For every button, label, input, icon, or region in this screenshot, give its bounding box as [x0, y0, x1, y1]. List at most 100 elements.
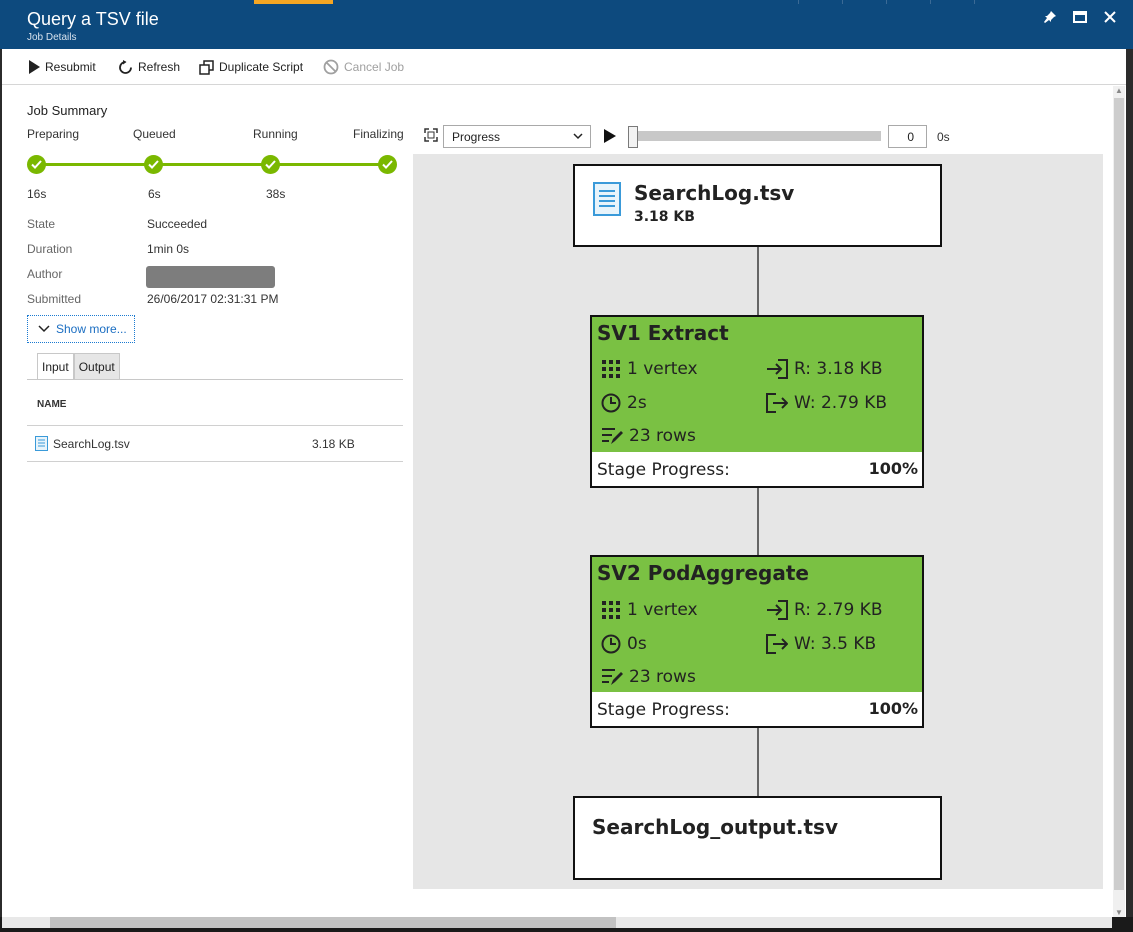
graph-view-select[interactable]: Progress: [443, 125, 591, 148]
stage-progress-line: [37, 163, 387, 166]
redacted-author: [146, 266, 275, 288]
output-file-node[interactable]: SearchLog_output.tsv: [573, 796, 942, 880]
check-icon: [144, 155, 163, 174]
detail-key-duration: Duration: [27, 242, 73, 256]
stage-write-label: W: 3.5 KB: [794, 634, 877, 654]
show-more-button[interactable]: Show more...: [27, 315, 135, 343]
stage-read: R: 3.18 KB: [766, 359, 883, 379]
stage-label-running: Running: [253, 127, 298, 141]
tab-input[interactable]: Input: [37, 353, 74, 380]
refresh-label: Refresh: [138, 60, 181, 74]
play-icon: [604, 129, 616, 143]
maximize-icon[interactable]: [1070, 10, 1090, 30]
playback-slider-thumb[interactable]: [628, 126, 638, 148]
read-icon: [767, 600, 788, 620]
stage-time-preparing: 16s: [27, 187, 47, 201]
input-file-node[interactable]: SearchLog.tsv 3.18 KB: [573, 164, 942, 247]
horizontal-scrollbar[interactable]: [0, 917, 1133, 932]
close-icon[interactable]: [1100, 10, 1120, 30]
chevron-down-icon: [573, 133, 583, 140]
stage-duration: 2s: [601, 393, 647, 413]
write-icon: [766, 634, 788, 654]
window-subtitle: Job Details: [27, 32, 77, 43]
job-summary-heading: Job Summary: [27, 103, 108, 118]
stage-read-label: R: 2.79 KB: [794, 600, 883, 620]
vertical-scroll-thumb[interactable]: [1114, 98, 1124, 890]
resubmit-button[interactable]: Resubmit: [28, 58, 96, 76]
stage-node-sv1[interactable]: SV1 Extract 1 vertex 2s 23 rows R: 3.18 …: [590, 315, 924, 488]
fit-to-view-icon[interactable]: [424, 128, 438, 147]
stage-label-queued: Queued: [133, 127, 176, 141]
stage-write: W: 3.5 KB: [766, 634, 876, 654]
detail-value-state: Succeeded: [147, 217, 208, 231]
file-tabs: Input Output: [37, 353, 120, 380]
play-icon: [29, 60, 40, 74]
stage-node-sv2[interactable]: SV2 PodAggregate 1 vertex 0s 23 rows R: …: [590, 555, 924, 728]
active-tab-indicator: [254, 0, 333, 4]
stage-time-queued: 6s: [148, 187, 161, 201]
toolbar: Resubmit Refresh Duplicate Script Cancel…: [2, 49, 1126, 85]
stage-read-label: R: 3.18 KB: [794, 359, 883, 379]
stage-vertex-label: 1 vertex: [627, 600, 698, 620]
stage-time-running: 38s: [266, 187, 286, 201]
stage-rows-label: 23 rows: [629, 667, 696, 687]
job-graph-canvas[interactable]: SearchLog.tsv 3.18 KB SV1 Extract 1 vert…: [413, 154, 1103, 889]
playback-slider-track[interactable]: [628, 131, 881, 141]
header-divider: [27, 425, 403, 426]
stage-write: W: 2.79 KB: [766, 393, 887, 413]
stage-rows-label: 23 rows: [629, 426, 696, 446]
input-file-size: 3.18 KB: [634, 209, 695, 225]
horizontal-scroll-thumb[interactable]: [50, 917, 616, 928]
pin-icon[interactable]: [1040, 10, 1060, 30]
stage-progress-label: Stage Progress:: [597, 460, 730, 480]
refresh-button[interactable]: Refresh: [118, 58, 180, 76]
chevron-down-icon: [38, 325, 50, 333]
scroll-up-icon[interactable]: ▲: [1113, 86, 1125, 96]
stage-vertex-label: 1 vertex: [627, 359, 698, 379]
check-icon: [378, 155, 397, 174]
row-divider: [27, 461, 403, 462]
input-file-name: SearchLog.tsv: [634, 181, 795, 205]
stage-row-count: 23 rows: [601, 667, 696, 687]
stage-row-count: 23 rows: [601, 426, 696, 446]
cancel-job-label: Cancel Job: [344, 60, 405, 74]
check-icon: [27, 155, 46, 174]
file-icon: [593, 182, 621, 216]
stage-label-preparing: Preparing: [27, 127, 80, 141]
column-header-name: NAME: [37, 399, 67, 410]
file-row[interactable]: SearchLog.tsv: [35, 436, 130, 451]
write-icon: [766, 393, 788, 413]
cancel-job-button[interactable]: Cancel Job: [323, 58, 404, 76]
play-button[interactable]: [604, 129, 616, 148]
title-bar: Query a TSV file Job Details: [0, 0, 1133, 49]
check-icon: [261, 155, 280, 174]
stage-name: SV2 PodAggregate: [597, 561, 809, 585]
file-size: 3.18 KB: [312, 437, 355, 451]
output-file-name: SearchLog_output.tsv: [592, 815, 838, 839]
tab-output[interactable]: Output: [73, 353, 120, 380]
file-name: SearchLog.tsv: [53, 436, 130, 451]
show-more-label: Show more...: [56, 322, 127, 336]
vertices-icon: [602, 601, 620, 619]
vertical-scrollbar[interactable]: ▲ ▼: [1113, 86, 1125, 918]
cancel-icon: [323, 59, 339, 75]
duplicate-script-label: Duplicate Script: [219, 60, 304, 74]
duplicate-script-button[interactable]: Duplicate Script: [199, 58, 303, 76]
stage-duration-label: 0s: [627, 634, 647, 654]
stage-write-label: W: 2.79 KB: [794, 393, 888, 413]
stage-name: SV1 Extract: [597, 321, 729, 345]
file-icon: [35, 436, 48, 451]
stage-progress-value: 100%: [868, 459, 918, 478]
tabs-divider: [27, 379, 403, 380]
vertices-icon: [602, 360, 620, 378]
rows-icon: [602, 669, 623, 685]
window-title: Query a TSV file: [27, 9, 159, 29]
clock-icon: [601, 393, 621, 413]
edge-connector: [757, 727, 759, 797]
stage-duration-label: 2s: [627, 393, 647, 413]
stage-duration: 0s: [601, 634, 647, 654]
detail-key-author: Author: [27, 267, 63, 281]
playback-time-input[interactable]: 0: [888, 125, 927, 148]
detail-value-submitted: 26/06/2017 02:31:31 PM: [147, 292, 279, 306]
detail-key-state: State: [27, 217, 56, 231]
